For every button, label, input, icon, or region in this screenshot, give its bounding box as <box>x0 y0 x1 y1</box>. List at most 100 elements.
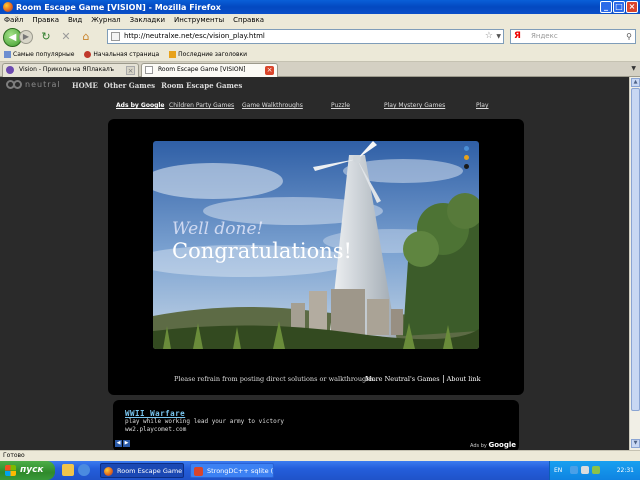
bookmark-start-page[interactable]: Начальная страница <box>84 51 159 58</box>
scroll-down-icon[interactable]: ▼ <box>631 439 640 448</box>
taskbar-item-strongdc[interactable]: StrongDC++ sqlite (... <box>190 463 274 478</box>
windows-logo-icon <box>5 465 16 476</box>
page-icon <box>111 32 120 41</box>
ad-text: play while working lead your army to vic… <box>125 418 284 425</box>
menu-edit[interactable]: Правка <box>32 16 59 24</box>
nav-other-games[interactable]: Other Games <box>104 81 155 90</box>
tab-room-escape[interactable]: Room Escape Game [VISION] × <box>141 63 278 77</box>
network-icon[interactable] <box>592 466 600 474</box>
url-text: http://neutralxe.net/esc/vision_play.htm… <box>124 32 265 40</box>
task-label: StrongDC++ sqlite (... <box>207 467 274 475</box>
ad-link-children-party[interactable]: Children Party Games <box>169 102 234 109</box>
home-icon[interactable]: ⌂ <box>79 30 93 44</box>
tab-list-icon[interactable]: ▼ <box>631 65 636 72</box>
menu-help[interactable]: Справка <box>233 16 264 24</box>
site-logo[interactable]: neutral <box>6 80 61 89</box>
url-input[interactable]: http://neutralxe.net/esc/vision_play.htm… <box>107 29 504 44</box>
nav-home[interactable]: HOME <box>72 81 98 90</box>
ad-prev-icon[interactable]: ◀ <box>115 440 122 447</box>
ads-by-label: Ads by <box>470 443 487 449</box>
menu-tools[interactable]: Инструменты <box>174 16 224 24</box>
ad-next-icon[interactable]: ▶ <box>123 440 130 447</box>
bookmark-most-visited[interactable]: Самые популярные <box>4 51 74 58</box>
volume-icon[interactable] <box>581 466 589 474</box>
language-indicator[interactable]: EN <box>554 467 562 474</box>
vertical-scrollbar[interactable]: ▲ ▼ <box>629 77 640 450</box>
indicator-dot[interactable] <box>464 146 469 151</box>
clock: 22:31 <box>616 467 634 474</box>
window-controls: _ □ × <box>600 1 638 13</box>
rss-icon <box>169 51 177 58</box>
forward-button[interactable]: ▶ <box>19 30 33 44</box>
tab-strip: Vision - Приколы на ЯПлакалъ × Room Esca… <box>0 62 640 77</box>
more-games-link[interactable]: More Neutral's Games <box>365 375 440 383</box>
ads-by-google-footer[interactable]: Ads by Google <box>470 441 516 449</box>
search-placeholder: Яндекс <box>531 32 558 40</box>
tab-close-icon[interactable]: × <box>265 66 274 75</box>
strongdc-icon <box>194 467 203 476</box>
congratulations-text: Congratulations! <box>172 239 352 263</box>
tab-vision-prikoly[interactable]: Vision - Приколы на ЯПлакалъ × <box>2 63 139 77</box>
minimize-button[interactable]: _ <box>600 1 612 13</box>
search-icon[interactable]: ⚲ <box>626 30 632 43</box>
window-title: Room Escape Game [VISION] - Mozilla Fire… <box>16 2 221 12</box>
ad-link-mystery[interactable]: Play Mystery Games <box>384 102 445 109</box>
search-input[interactable]: Я Яндекс ⚲ <box>510 29 636 44</box>
ad-link-play[interactable]: Play <box>476 102 489 109</box>
google-label: Google <box>488 441 516 449</box>
firefox-icon <box>104 467 113 476</box>
ads-by-google-label[interactable]: Ads by Google <box>116 102 164 109</box>
walkthrough-note: Please refrain from posting direct solut… <box>174 375 376 383</box>
status-bar: Готово <box>0 450 640 461</box>
scroll-thumb[interactable] <box>631 88 640 411</box>
ad-link-puzzle[interactable]: Puzzle <box>331 102 350 109</box>
indicator-dot[interactable] <box>464 155 469 160</box>
navigation-toolbar: ◀ ▶ ↻ ✕ ⌂ http://neutralxe.net/esc/visio… <box>0 26 640 48</box>
system-tray: EN 22:31 <box>549 461 640 480</box>
link-separator <box>442 375 444 383</box>
logo-ring-icon <box>13 80 22 89</box>
bookmark-label: Последние заголовки <box>178 51 248 58</box>
favicon-icon <box>6 66 14 74</box>
ie-icon[interactable] <box>78 464 90 476</box>
quick-launch <box>62 464 90 476</box>
page-icon <box>145 66 153 74</box>
menu-history[interactable]: Журнал <box>91 16 120 24</box>
stop-icon[interactable]: ✕ <box>59 30 73 44</box>
nav-room-escape-games[interactable]: Room Escape Games <box>161 81 242 90</box>
site-header: neutral HOME Other Games Room Escape Gam… <box>0 77 629 95</box>
explorer-icon[interactable] <box>62 464 74 476</box>
reload-icon[interactable]: ↻ <box>39 30 53 44</box>
close-window-button[interactable]: × <box>626 1 638 13</box>
scroll-up-icon[interactable]: ▲ <box>631 78 640 87</box>
about-link[interactable]: About link <box>447 375 481 383</box>
bookmark-label: Самые популярные <box>13 51 75 58</box>
ad-nav-arrows: ◀ ▶ <box>115 440 130 447</box>
ad-banner: WWII Warfare play while working lead you… <box>113 400 519 450</box>
menu-view[interactable]: Вид <box>68 16 82 24</box>
ad-links-bar: Ads by Google Children Party Games Game … <box>116 102 496 112</box>
url-dropdown-icon[interactable]: ▼ <box>496 30 501 43</box>
page-viewport: neutral HOME Other Games Room Escape Gam… <box>0 77 629 450</box>
flag-icon <box>84 51 92 58</box>
indicator-dot[interactable] <box>464 164 469 169</box>
window-titlebar[interactable]: Room Escape Game [VISION] - Mozilla Fire… <box>0 0 640 14</box>
maximize-button[interactable]: □ <box>613 1 625 13</box>
ad-url[interactable]: ww2.playcomet.com <box>125 426 186 433</box>
taskbar-item-firefox[interactable]: Room Escape Game [... <box>100 463 184 478</box>
bookmark-star-icon[interactable]: ☆ <box>485 30 493 43</box>
menu-file[interactable]: Файл <box>4 16 23 24</box>
menu-bookmarks[interactable]: Закладки <box>130 16 165 24</box>
task-label: Room Escape Game [... <box>117 467 183 475</box>
bookmark-label: Начальная страница <box>93 51 160 58</box>
ad-link-walkthroughs[interactable]: Game Walkthroughs <box>242 102 303 109</box>
footer-links: More Neutral's Games About link <box>365 375 481 383</box>
ad-title-link[interactable]: WWII Warfare <box>125 409 185 418</box>
tab-close-icon[interactable]: × <box>126 66 135 75</box>
yandex-icon[interactable]: Я <box>514 30 521 43</box>
well-done-text: Well done! <box>172 219 264 239</box>
tab-label: Vision - Приколы на ЯПлакалъ <box>19 66 114 73</box>
start-button[interactable]: пуск <box>0 461 55 480</box>
tray-app-icon[interactable] <box>570 466 578 474</box>
bookmark-latest-headlines[interactable]: Последние заголовки <box>169 51 247 58</box>
